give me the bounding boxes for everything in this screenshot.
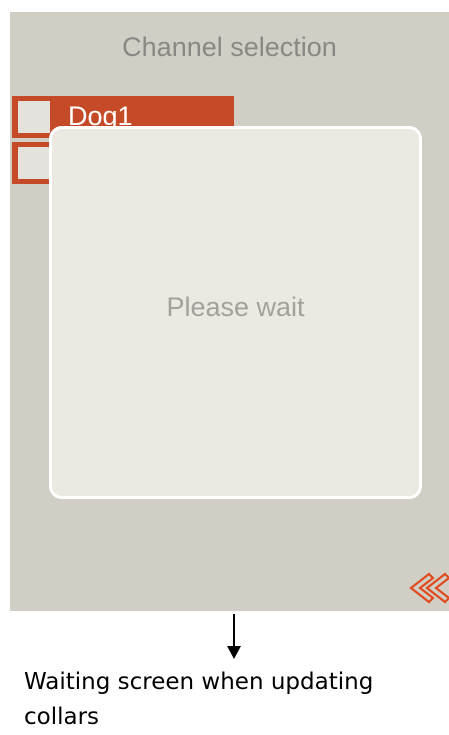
down-arrow-icon bbox=[227, 614, 241, 659]
double-chevron-left-icon[interactable] bbox=[405, 570, 449, 606]
device-screen: Channel selection Dog1 Please wait bbox=[10, 12, 449, 611]
annotation-caption: Waiting screen when updating collars bbox=[24, 669, 374, 730]
channel-checkbox[interactable] bbox=[18, 101, 50, 133]
please-wait-modal: Please wait bbox=[49, 126, 422, 499]
channel-checkbox[interactable] bbox=[18, 147, 50, 179]
screen-title: Channel selection bbox=[122, 32, 337, 62]
modal-message: Please wait bbox=[166, 292, 305, 322]
